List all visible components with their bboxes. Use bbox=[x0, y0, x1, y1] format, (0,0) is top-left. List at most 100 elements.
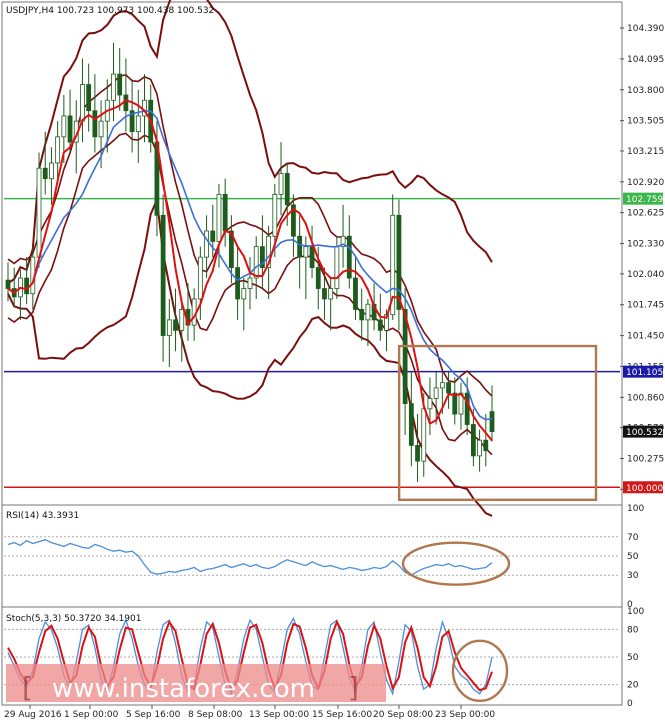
candle-body bbox=[353, 277, 358, 310]
stoch-title: Stoch(5,3,3) 50.3720 34.1901 bbox=[6, 614, 141, 624]
rsi-title: RSI(14) 43.3931 bbox=[6, 511, 79, 521]
candle-body bbox=[253, 246, 259, 279]
stoch-tick-label: 20 bbox=[627, 681, 639, 691]
rsi-tick-label: 30 bbox=[627, 571, 639, 581]
y-tick-label: 102.040 bbox=[627, 270, 664, 280]
x-tick-label: 5 Sep 16:00 bbox=[126, 710, 181, 720]
level-tag-1: 101.105 bbox=[626, 368, 663, 378]
y-tick-label: 100.275 bbox=[627, 454, 664, 464]
candle-body bbox=[135, 115, 141, 133]
candle-body bbox=[80, 84, 85, 122]
candle-body bbox=[272, 193, 278, 237]
candle-body bbox=[216, 193, 222, 242]
y-tick-label: 103.215 bbox=[627, 147, 664, 157]
candle-body bbox=[303, 246, 309, 258]
x-tick-label: 23 Sep 00:00 bbox=[435, 710, 495, 720]
candle-body bbox=[446, 382, 451, 394]
candle-body bbox=[123, 94, 129, 112]
candle-body bbox=[297, 235, 303, 258]
x-tick-label: 15 Sep 16:00 bbox=[312, 710, 372, 720]
candle-body bbox=[179, 309, 185, 331]
candle-body bbox=[36, 167, 42, 258]
candle-body bbox=[322, 288, 327, 300]
y-tick-label: 100.860 bbox=[627, 393, 664, 403]
watermark: [ www.instaforex.com ] bbox=[6, 664, 386, 704]
candle-body bbox=[396, 214, 402, 310]
candle-body bbox=[334, 246, 340, 289]
candle-body bbox=[464, 392, 470, 425]
x-tick-label: 13 Sep 00:00 bbox=[249, 710, 309, 720]
candle-body bbox=[55, 136, 61, 164]
candle-body bbox=[359, 309, 365, 321]
chart-header: USDJPY,H4 100.723 100.973 100.438 100.53… bbox=[6, 6, 214, 16]
stoch-tick-label: 100 bbox=[627, 607, 644, 617]
stoch-tick-label: 50 bbox=[627, 653, 639, 663]
candle-body bbox=[160, 214, 166, 336]
trading-chart: [ www.instaforex.com ] 104.390 104.095 103… bbox=[0, 0, 665, 723]
y-tick-label: 104.390 bbox=[627, 24, 664, 34]
x-tick-label: 1 Sep 00:00 bbox=[64, 710, 119, 720]
candle-body bbox=[49, 162, 54, 180]
x-tick-label: 29 Aug 2016 bbox=[4, 710, 62, 720]
candle-body bbox=[210, 230, 216, 242]
candle-body bbox=[247, 277, 253, 289]
candle-body bbox=[315, 267, 321, 289]
candle-body bbox=[439, 382, 445, 389]
level-tag-2: 100.000 bbox=[626, 484, 663, 494]
candle-body bbox=[61, 115, 67, 138]
candle-body bbox=[42, 167, 48, 180]
y-tick-label: 101.745 bbox=[627, 301, 664, 311]
candle-body bbox=[5, 279, 11, 289]
candle-body bbox=[173, 319, 178, 331]
y-tick-label: 104.095 bbox=[627, 55, 664, 65]
stoch-tick-label: 0 bbox=[627, 699, 633, 709]
candle-body bbox=[117, 73, 123, 96]
candle-body bbox=[377, 319, 383, 331]
candle-body bbox=[415, 445, 420, 462]
candle-body bbox=[452, 392, 458, 415]
candle-body bbox=[408, 403, 414, 446]
candle-body bbox=[92, 110, 98, 138]
candle-body bbox=[346, 235, 352, 279]
candle-body bbox=[86, 84, 92, 112]
rsi-tick-label: 100 bbox=[627, 504, 644, 514]
x-tick-label: 20 Sep 08:00 bbox=[373, 710, 433, 720]
candle-body bbox=[204, 230, 209, 258]
y-tick-label: 103.800 bbox=[627, 86, 664, 96]
candle-body bbox=[197, 256, 203, 300]
candle-body bbox=[489, 411, 495, 433]
rsi-tick-label: 70 bbox=[627, 533, 639, 543]
candle-body bbox=[278, 173, 284, 195]
candle-body bbox=[241, 288, 247, 300]
candle-body bbox=[309, 246, 315, 268]
candle-body bbox=[67, 115, 73, 143]
candle-body bbox=[98, 120, 104, 138]
candle-body bbox=[365, 303, 371, 321]
x-tick-label: 8 Sep 08:00 bbox=[188, 710, 243, 720]
candle-body bbox=[24, 277, 30, 295]
watermark-text: www.instaforex.com bbox=[52, 674, 315, 704]
candle-body bbox=[421, 408, 427, 462]
watermark-bracket-left: [ bbox=[22, 671, 33, 704]
candle-body bbox=[427, 397, 433, 410]
candle-body bbox=[284, 173, 290, 206]
level-tag-0: 102.759 bbox=[626, 195, 663, 205]
y-tick-label: 102.920 bbox=[627, 178, 664, 188]
candle-body bbox=[433, 387, 439, 399]
y-tick-label: 102.330 bbox=[627, 240, 664, 250]
y-tick-label: 101.450 bbox=[627, 332, 664, 342]
candle-body bbox=[111, 73, 116, 101]
watermark-bracket-right: ] bbox=[348, 671, 359, 704]
current-price-tag: 100.532 bbox=[626, 428, 663, 438]
candle-body bbox=[166, 319, 172, 336]
candle-body bbox=[483, 439, 489, 452]
candle-body bbox=[477, 439, 482, 457]
candle-body bbox=[222, 193, 228, 232]
candle-body bbox=[235, 267, 240, 300]
candle-body bbox=[470, 424, 476, 457]
stoch-tick-label: 80 bbox=[627, 625, 639, 635]
chart-svg: [ www.instaforex.com ] 104.390 104.095 103… bbox=[0, 0, 665, 723]
rsi-tick-label: 50 bbox=[627, 552, 639, 562]
candle-body bbox=[328, 288, 334, 300]
y-tick-label: 103.505 bbox=[627, 117, 664, 127]
